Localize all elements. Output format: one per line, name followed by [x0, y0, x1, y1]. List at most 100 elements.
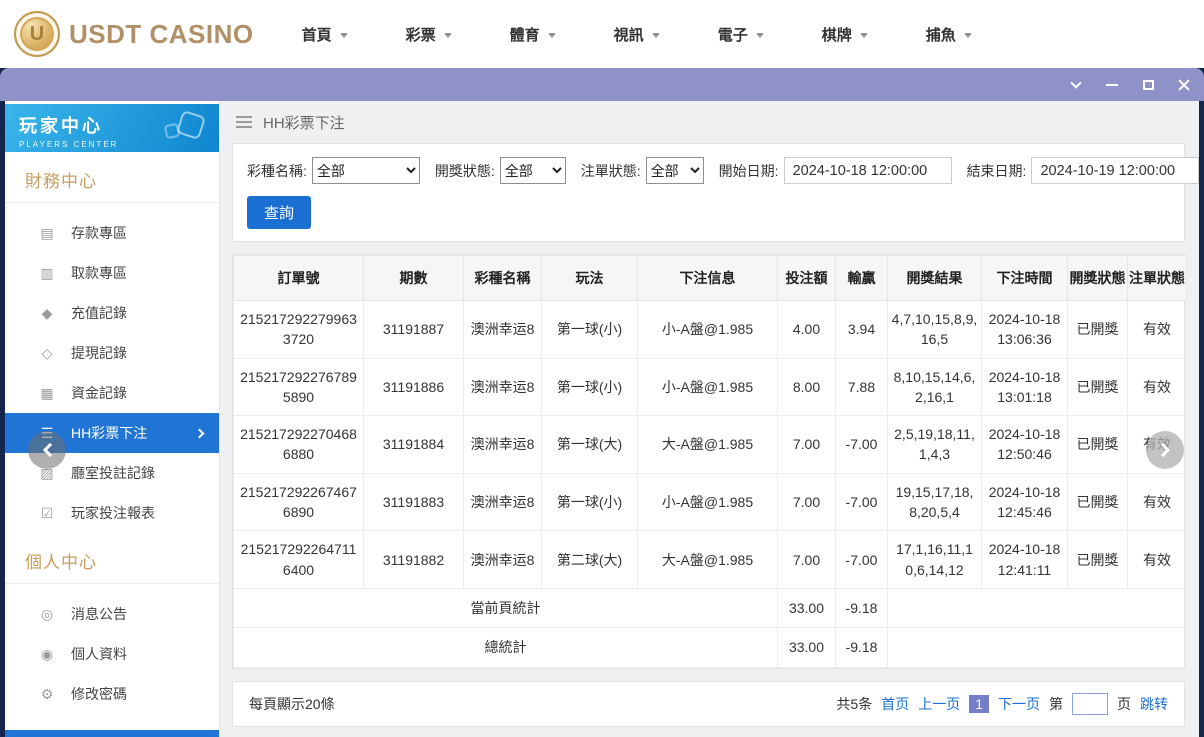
hamburger-menu-icon[interactable] [236, 121, 252, 123]
sidebar-item-withdraw[interactable]: ▥ 取款專區 [5, 253, 219, 293]
total-count-label: 共5条 [836, 695, 873, 712]
collapse-button[interactable] [1068, 76, 1084, 93]
table-row: 2152172922704686880 31191884 澳洲幸运8 第一球(大… [233, 415, 1187, 474]
sidebar-item-withdrawal-record[interactable]: ◇ 提現記錄 [5, 333, 219, 373]
cell-draw-status: 已開獎 [1067, 300, 1128, 359]
cell-bet-info: 大-A盤@1.985 [637, 415, 778, 474]
page-label-suffix: 页 [1117, 695, 1131, 712]
sidebar-item-change-password[interactable]: ⚙ 修改密碼 [5, 674, 219, 714]
search-button[interactable]: 查詢 [247, 196, 312, 229]
withdrawal-record-icon: ◇ [41, 344, 53, 361]
cell-winloss: -7.00 [835, 415, 888, 474]
table-row: 2152172922674676890 31191883 澳洲幸运8 第一球(小… [233, 472, 1187, 532]
filter-panel: 彩種名稱: 全部 開獎狀態: 全部 注單狀態: 全部 開始日期: 2024-10… [232, 143, 1199, 242]
sidebar-item-label: 廳室投註記錄 [71, 465, 155, 481]
sidebar-item-deposit[interactable]: ▤ 存款專區 [5, 213, 219, 253]
bets-table: 訂單號 期數 彩種名稱 玩法 下注信息 投注額 輸贏 開獎結果 下注時間 開獎狀… [233, 255, 1187, 668]
next-page-link[interactable]: 下一页 [998, 694, 1040, 714]
nav-item-boardgames[interactable]: 棋牌 [822, 24, 868, 45]
summary-winloss: -9.18 [835, 627, 888, 668]
minimize-button[interactable] [1104, 77, 1120, 93]
nav-item-fishing[interactable]: 捕魚 [926, 24, 972, 45]
cell-order: 2152172922647116400 [233, 530, 364, 589]
cell-result: 8,10,15,14,6,2,16,1 [887, 357, 982, 417]
column-header-order-status: 注單狀態 [1127, 255, 1187, 301]
summary-row-page: 當前頁統計 33.00 -9.18 [233, 587, 1187, 629]
cell-winloss: -7.00 [835, 530, 888, 589]
jump-link[interactable]: 跳转 [1140, 694, 1168, 714]
sidebar-item-announcements[interactable]: ◎ 消息公告 [5, 594, 219, 634]
close-button[interactable] [1176, 77, 1192, 93]
column-header-time: 下注時間 [981, 255, 1068, 301]
draw-status-select[interactable]: 全部 [499, 157, 566, 184]
nav-label: 電子 [717, 26, 748, 44]
sidebar-item-funds-record[interactable]: ▦ 資金記錄 [5, 373, 219, 413]
summary-winloss: -9.18 [835, 587, 888, 629]
chevron-right-icon [1155, 442, 1170, 458]
column-header-lottery: 彩種名稱 [463, 255, 542, 301]
nav-label: 視訊 [613, 26, 644, 44]
logo[interactable]: U USDT CASINO [14, 11, 254, 57]
cell-period: 31191884 [363, 415, 464, 474]
chevron-down-icon [443, 32, 452, 38]
sidebar-item-recharge-record[interactable]: ◆ 充值記錄 [5, 293, 219, 333]
chevron-down-icon [1070, 76, 1082, 89]
sidebar-item-profile[interactable]: ◉ 個人資料 [5, 634, 219, 674]
page-title: HH彩票下注 [263, 114, 345, 132]
maximize-button[interactable] [1140, 77, 1156, 93]
filter-start-date: 開始日期: [719, 157, 952, 184]
lottery-name-select[interactable]: 全部 [311, 157, 420, 184]
cell-result: 19,15,17,18,8,20,5,4 [887, 472, 982, 532]
nav-item-lottery[interactable]: 彩票 [406, 24, 452, 45]
table-row: 2152172922799633720 31191887 澳洲幸运8 第一球(小… [233, 300, 1187, 359]
scroll-right-button[interactable] [1146, 431, 1184, 469]
right-edge-background [1199, 101, 1204, 737]
maximize-icon [1142, 79, 1154, 90]
sidebar-item-label: 修改密碼 [71, 686, 127, 702]
sidebar: 玩家中心 PLAYERS CENTER 財務中心 ▤ 存款專區 ▥ 取款專區 ◆ 充值… [5, 101, 220, 737]
summary-row-total: 總統計 33.00 -9.18 [233, 627, 1187, 668]
sidebar-item-label: 資金記錄 [71, 385, 127, 401]
end-date-input[interactable] [1031, 157, 1199, 184]
summary-label: 總統計 [233, 627, 778, 668]
cell-draw-status: 已開獎 [1067, 530, 1128, 589]
order-status-select[interactable]: 全部 [645, 157, 704, 184]
summary-empty [887, 627, 1187, 668]
first-page-link[interactable]: 首页 [881, 694, 909, 714]
cell-period: 31191883 [363, 472, 464, 532]
sidebar-item-label: 取款專區 [71, 265, 127, 281]
summary-amount: 33.00 [777, 627, 836, 668]
main-nav: 首頁 彩票 體育 視訊 電子 棋牌 捕魚 [302, 24, 972, 45]
cell-amount: 4.00 [777, 300, 836, 359]
gear-icon: ⚙ [40, 685, 54, 702]
nav-item-home[interactable]: 首頁 [302, 24, 348, 45]
cell-amount: 8.00 [777, 357, 836, 417]
column-header-order: 訂單號 [233, 255, 364, 301]
nav-label: 首頁 [301, 26, 332, 44]
cell-winloss: -7.00 [835, 472, 888, 532]
section-heading-finance: 財務中心 [5, 152, 219, 203]
main-area: 玩家中心 PLAYERS CENTER 財務中心 ▤ 存款專區 ▥ 取款專區 ◆ 充值… [0, 101, 1204, 737]
nav-item-sports[interactable]: 體育 [510, 24, 556, 45]
cell-play: 第二球(大) [541, 530, 638, 589]
sidebar-bottom-active-bar [5, 730, 219, 737]
current-page-indicator[interactable]: 1 [969, 694, 989, 713]
cell-bet-info: 小-A盤@1.985 [637, 357, 778, 417]
cell-order: 2152172922704686880 [233, 415, 364, 474]
start-date-input[interactable] [783, 157, 952, 184]
chevron-down-icon [547, 32, 556, 38]
filter-lottery-name: 彩種名稱: 全部 [247, 157, 420, 184]
cell-time: 2024-10-18 12:41:11 [981, 530, 1068, 589]
close-icon [1177, 78, 1191, 92]
prev-page-link[interactable]: 上一页 [918, 694, 960, 714]
sidebar-item-player-bet-report[interactable]: ☑ 玩家投注報表 [5, 493, 219, 533]
summary-label: 當前頁統計 [233, 587, 778, 629]
sidebar-subtitle: PLAYERS CENTER [19, 140, 119, 149]
cell-order: 2152172922799633720 [233, 300, 364, 359]
sidebar-item-label: 個人資料 [71, 646, 127, 662]
cell-winloss: 7.88 [835, 357, 888, 417]
nav-item-live[interactable]: 視訊 [614, 24, 660, 45]
scroll-left-button[interactable] [28, 431, 66, 469]
nav-item-slots[interactable]: 電子 [718, 24, 764, 45]
page-number-input[interactable] [1072, 692, 1108, 715]
